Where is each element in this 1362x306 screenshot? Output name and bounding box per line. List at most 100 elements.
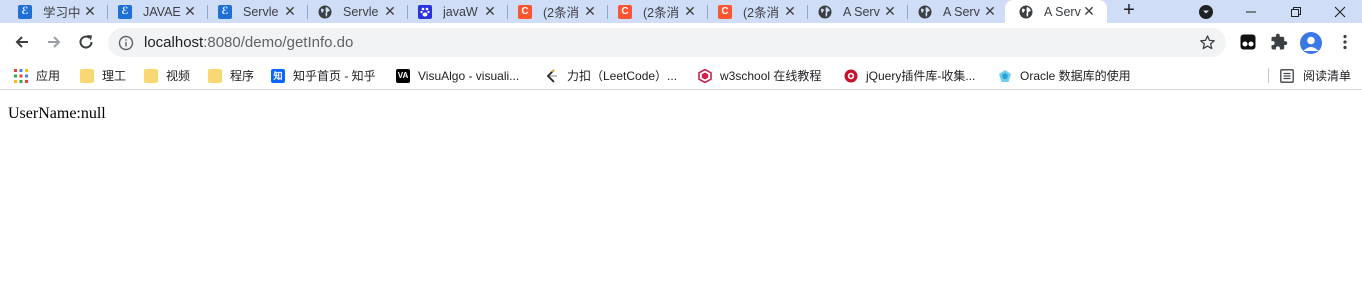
folder-icon (144, 68, 158, 83)
tab[interactable]: ℰ JAVAE ✕ (100, 0, 208, 23)
info-icon[interactable] (118, 35, 134, 51)
tab-search-button[interactable] (1196, 2, 1216, 22)
arrow-left-icon (15, 36, 28, 48)
tab-close-icon[interactable]: ✕ (182, 3, 198, 19)
tab[interactable]: C (2条消 ✕ (700, 0, 808, 23)
bookmark-w3school[interactable]: w3school 在线教程 (698, 67, 821, 84)
bookmark-folder[interactable]: 程序 (208, 67, 254, 84)
tab-close-icon[interactable]: ✕ (482, 3, 498, 19)
tab-close-icon[interactable]: ✕ (682, 3, 698, 19)
bookmarks-separator (1268, 68, 1269, 83)
address-bar[interactable]: localhost:8080/demo/getInfo.do (108, 28, 1226, 57)
tab[interactable]: A Serv ✕ (900, 0, 1008, 23)
back-button[interactable] (10, 30, 34, 54)
bookmark-apps[interactable]: 应用 (14, 67, 60, 84)
bookmark-label: 应用 (36, 69, 61, 83)
zhihu-icon: 知 (271, 68, 285, 83)
visualgo-icon: VA (396, 68, 410, 83)
oracle-icon (998, 69, 1012, 83)
reading-list-button[interactable]: 阅读清单 (1280, 67, 1351, 84)
tab[interactable]: C (2条消 ✕ (500, 0, 608, 23)
tab-close-icon[interactable]: ✕ (282, 3, 298, 19)
arrow-right-icon (48, 36, 61, 48)
minimize-icon (1245, 11, 1256, 12)
tab[interactable]: C (2条消 ✕ (600, 0, 708, 23)
url-host: localhost (144, 34, 204, 51)
reading-list-icon (1280, 68, 1294, 83)
tab-title: A Serv (943, 4, 980, 19)
tab-title: Servle (343, 4, 379, 19)
bookmark-folder[interactable]: 理工 (80, 67, 126, 84)
tab-close-icon[interactable]: ✕ (982, 3, 998, 19)
tab-title: javaW (443, 4, 478, 19)
person-icon (1303, 36, 1319, 51)
tab-title: 学习中 (43, 6, 81, 20)
reload-button[interactable] (74, 30, 98, 54)
bookmark-star-icon[interactable] (1199, 34, 1216, 51)
extensions-puzzle-icon[interactable] (1270, 33, 1288, 51)
reload-icon (79, 35, 93, 49)
bookmark-folder[interactable]: 视频 (144, 67, 190, 84)
tab-close-icon[interactable]: ✕ (882, 3, 898, 19)
bookmark-label: jQuery插件库-收集... (866, 69, 976, 83)
tab-title: JAVAE (143, 4, 181, 19)
chevron-down-icon (1199, 5, 1213, 19)
bookmark-oracle[interactable]: Oracle 数据库的使用 (998, 67, 1131, 84)
bookmark-label: 程序 (230, 69, 255, 83)
csdn-icon: C (518, 4, 532, 19)
bookmark-label: 知乎首页 - 知乎 (293, 69, 376, 83)
tab[interactable]: ℰ 学习中 ✕ (0, 0, 108, 23)
tab-favicon-icon: ℰ (218, 4, 232, 19)
restore-button[interactable] (1273, 0, 1318, 23)
tab-favicon-icon: ℰ (18, 4, 32, 19)
close-window-button[interactable] (1317, 0, 1362, 23)
url-path: :8080/demo/getInfo.do (203, 34, 354, 51)
bookmark-label: 视频 (166, 69, 191, 83)
bookmark-label: 理工 (102, 69, 127, 83)
tab-close-icon[interactable]: ✕ (382, 3, 398, 19)
csdn-icon: C (718, 4, 732, 19)
profile-avatar[interactable] (1300, 32, 1322, 54)
tab[interactable]: A Serv ✕ (800, 0, 908, 23)
tab-title: (2条消 (743, 6, 780, 20)
bookmark-leetcode[interactable]: 力扣（LeetCode）... (545, 67, 677, 84)
new-tab-button[interactable]: + (1118, 0, 1140, 21)
extension-tampermonkey-icon[interactable] (1239, 33, 1257, 51)
tab-title: Servle (243, 4, 279, 19)
tab-close-icon[interactable]: ✕ (82, 3, 98, 19)
minimize-button[interactable] (1228, 0, 1273, 23)
tab-close-icon[interactable]: ✕ (782, 3, 798, 19)
tab-title: A Serv (843, 4, 880, 19)
bookmark-visualgo[interactable]: VA VisuAlgo - visuali... (396, 67, 519, 84)
bookmarks-bar: 应用 理工 视频 程序 知 知乎首页 - 知乎 VA VisuAlgo - vi… (0, 61, 1362, 90)
tab[interactable]: javaW ✕ (400, 0, 508, 23)
restore-icon (1290, 6, 1301, 17)
menu-kebab-icon[interactable] (1336, 33, 1354, 51)
bookmark-label: Oracle 数据库的使用 (1020, 69, 1131, 83)
csdn-icon: C (618, 4, 632, 19)
globe-icon (318, 5, 332, 19)
page-body-text: UserName:null (8, 105, 106, 122)
tab-close-icon[interactable]: ✕ (582, 3, 598, 19)
globe-icon (918, 5, 932, 19)
folder-icon (208, 68, 222, 83)
forward-button[interactable] (42, 30, 66, 54)
tab[interactable]: Servle ✕ (300, 0, 408, 23)
close-icon (1334, 6, 1345, 17)
tab[interactable]: ℰ Servle ✕ (200, 0, 308, 23)
browser-toolbar: localhost:8080/demo/getInfo.do (0, 23, 1362, 61)
tab-title: A Serv (1044, 4, 1081, 19)
bookmark-zhihu[interactable]: 知 知乎首页 - 知乎 (271, 67, 376, 84)
w3school-icon (698, 68, 712, 83)
bookmark-label: VisuAlgo - visuali... (418, 68, 520, 83)
tab-close-icon[interactable]: ✕ (1081, 3, 1097, 19)
baidu-paw-icon (418, 4, 432, 19)
leetcode-icon (545, 68, 559, 83)
reading-list-label: 阅读清单 (1303, 69, 1352, 83)
apps-grid-icon (14, 68, 28, 83)
url-text[interactable]: localhost:8080/demo/getInfo.do (144, 34, 353, 51)
bookmark-jquery[interactable]: jQuery插件库-收集... (844, 67, 975, 84)
tab-active[interactable]: A Serv ✕ (1005, 0, 1107, 23)
globe-icon (1019, 5, 1033, 19)
bookmark-label: w3school 在线教程 (720, 69, 822, 83)
